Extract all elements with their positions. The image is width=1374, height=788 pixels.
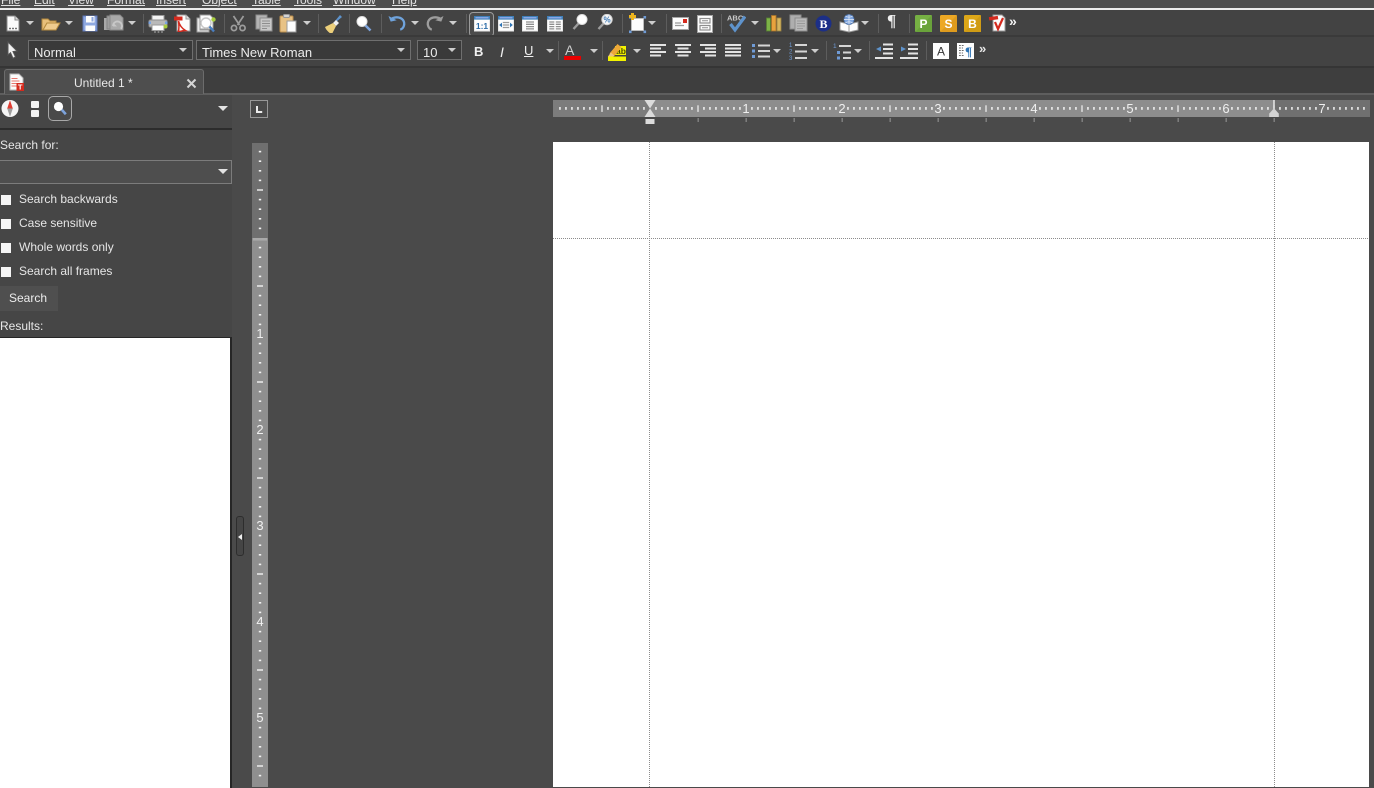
svg-text:5: 5 (1126, 101, 1133, 116)
svg-text:3: 3 (256, 518, 263, 533)
svg-text:2: 2 (256, 422, 263, 437)
svg-text:5: 5 (256, 710, 263, 725)
svg-text:1: 1 (742, 101, 749, 116)
svg-text:3: 3 (934, 101, 941, 116)
svg-text:1: 1 (256, 326, 263, 341)
svg-text:2: 2 (838, 101, 845, 116)
svg-text:7: 7 (1318, 101, 1325, 116)
svg-text:4: 4 (1030, 101, 1037, 116)
svg-text:6: 6 (1222, 101, 1229, 116)
svg-text:4: 4 (256, 614, 263, 629)
